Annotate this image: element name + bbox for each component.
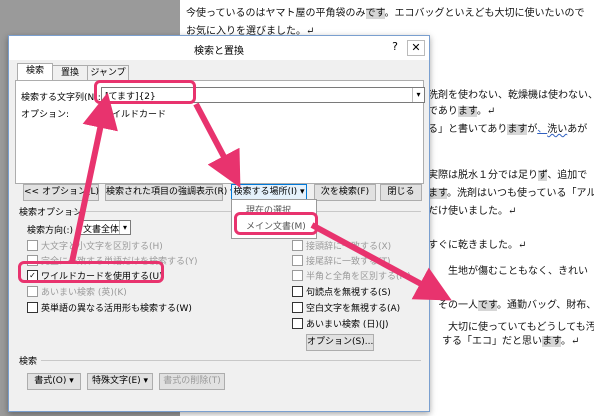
arrow-to-search (69, 92, 118, 263)
arrow-to-dropdown (193, 102, 241, 188)
annotation-arrows (69, 92, 452, 301)
arrow-to-document (310, 222, 452, 301)
